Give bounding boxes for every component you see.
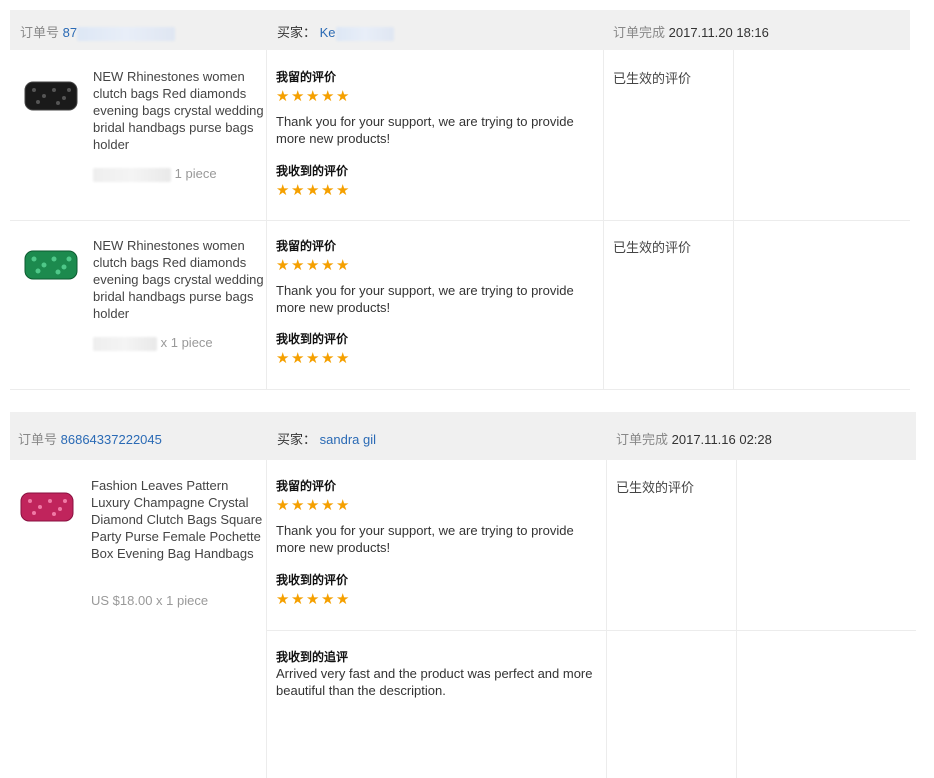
product-title[interactable]: NEW Rhinestones women clutch bags Red di… — [93, 68, 265, 153]
order-number-field: 订单号 87 — [20, 22, 176, 41]
row-divider — [10, 389, 910, 390]
my-review-label: 我留的评价 — [276, 479, 337, 493]
star-icon: ★ — [321, 349, 335, 367]
star-icon: ★ — [291, 181, 305, 199]
quantity: x 1 piece — [93, 335, 213, 351]
my-review-label: 我留的评价 — [276, 239, 337, 253]
star-icon: ★ — [276, 256, 290, 274]
buyer-field: 买家： Ke — [277, 22, 394, 41]
followup-review-label: 我收到的追评 — [276, 650, 349, 664]
buyer-label: 买家： — [277, 432, 317, 447]
star-icon: ★ — [336, 87, 350, 105]
order-number-link[interactable]: 87 — [63, 25, 77, 40]
order-number-field: 订单号 86864337222045 — [18, 429, 162, 448]
product-image[interactable] — [18, 487, 76, 527]
redacted-blur — [335, 26, 394, 41]
star-icon: ★ — [336, 181, 350, 199]
order-number-label: 订单号 — [20, 25, 60, 40]
row-divider — [10, 220, 910, 221]
star-rating: ★ ★ ★ ★ ★ — [276, 349, 350, 367]
my-review-label: 我留的评价 — [276, 70, 337, 84]
star-icon: ★ — [321, 181, 335, 199]
review-status: 已生效的评价 — [613, 71, 692, 86]
quantity: US $18.00 x 1 piece — [91, 593, 208, 608]
star-icon: ★ — [336, 590, 350, 608]
star-icon: ★ — [306, 349, 320, 367]
order-status-label: 订单完成 — [613, 25, 666, 40]
star-icon: ★ — [276, 87, 290, 105]
my-review-text: Thank you for your support, we are tryin… — [276, 283, 574, 315]
buyer-field: 买家： sandra gil — [277, 429, 376, 448]
star-icon: ★ — [306, 496, 320, 514]
star-rating: ★ ★ ★ ★ ★ — [276, 181, 350, 199]
column-divider — [736, 460, 737, 778]
received-review-label: 我收到的评价 — [276, 164, 349, 178]
review-status: 已生效的评价 — [613, 240, 692, 255]
order-number-link[interactable]: 86864337222045 — [61, 432, 162, 447]
star-icon: ★ — [276, 349, 290, 367]
followup-review-text: Arrived very fast and the product was pe… — [276, 666, 593, 698]
star-icon: ★ — [306, 256, 320, 274]
my-review-text: Thank you for your support, we are tryin… — [276, 114, 574, 146]
order-complete-field: 订单完成 2017.11.16 02:28 — [616, 429, 772, 448]
star-icon: ★ — [291, 87, 305, 105]
quantity: 1 piece — [93, 166, 217, 182]
product-image[interactable] — [22, 76, 80, 116]
star-icon: ★ — [321, 256, 335, 274]
star-icon: ★ — [276, 181, 290, 199]
quantity-text: 1 piece — [174, 166, 217, 181]
star-rating: ★ ★ ★ ★ ★ — [276, 590, 350, 608]
order-time: 2017.11.16 02:28 — [671, 432, 772, 447]
star-rating: ★ ★ ★ ★ ★ — [276, 256, 350, 274]
star-icon: ★ — [276, 590, 290, 608]
star-icon: ★ — [306, 590, 320, 608]
quantity-text: x 1 piece — [160, 335, 213, 350]
order-complete-field: 订单完成 2017.11.20 18:16 — [613, 22, 769, 41]
star-icon: ★ — [336, 256, 350, 274]
star-icon: ★ — [276, 496, 290, 514]
product-title[interactable]: Fashion Leaves Pattern Luxury Champagne … — [91, 477, 263, 562]
star-icon: ★ — [321, 590, 335, 608]
buyer-name-link[interactable]: sandra gil — [320, 432, 376, 447]
received-review-label: 我收到的评价 — [276, 332, 349, 346]
order-header: 订单号 87 买家： Ke 订单完成 2017.11.20 18:16 — [10, 10, 910, 50]
buyer-name-link[interactable]: Ke — [320, 25, 336, 40]
star-icon: ★ — [336, 496, 350, 514]
star-rating: ★ ★ ★ ★ ★ — [276, 496, 350, 514]
quantity-text: US $18.00 x 1 piece — [91, 593, 209, 608]
star-rating: ★ ★ ★ ★ ★ — [276, 87, 350, 105]
column-divider — [606, 460, 607, 778]
star-icon: ★ — [321, 87, 335, 105]
order-header: 订单号 86864337222045 买家： sandra gil 订单完成 2… — [10, 412, 916, 460]
my-review-text: Thank you for your support, we are tryin… — [276, 523, 574, 555]
column-divider — [266, 460, 267, 778]
star-icon: ★ — [306, 181, 320, 199]
star-icon: ★ — [291, 590, 305, 608]
buyer-label: 买家： — [277, 25, 317, 40]
order-number-label: 订单号 — [18, 432, 58, 447]
order-status-label: 订单完成 — [616, 432, 669, 447]
row-divider — [266, 630, 916, 631]
star-icon: ★ — [291, 256, 305, 274]
star-icon: ★ — [291, 349, 305, 367]
star-icon: ★ — [321, 496, 335, 514]
product-image[interactable] — [22, 245, 80, 285]
redacted-blur — [77, 26, 176, 41]
star-icon: ★ — [291, 496, 305, 514]
star-icon: ★ — [306, 87, 320, 105]
star-icon: ★ — [336, 349, 350, 367]
redacted-blur — [93, 167, 171, 182]
review-status: 已生效的评价 — [616, 480, 695, 495]
order-time: 2017.11.20 18:16 — [668, 25, 769, 40]
product-title[interactable]: NEW Rhinestones women clutch bags Red di… — [93, 237, 265, 322]
redacted-blur — [93, 336, 157, 351]
received-review-label: 我收到的评价 — [276, 573, 349, 587]
